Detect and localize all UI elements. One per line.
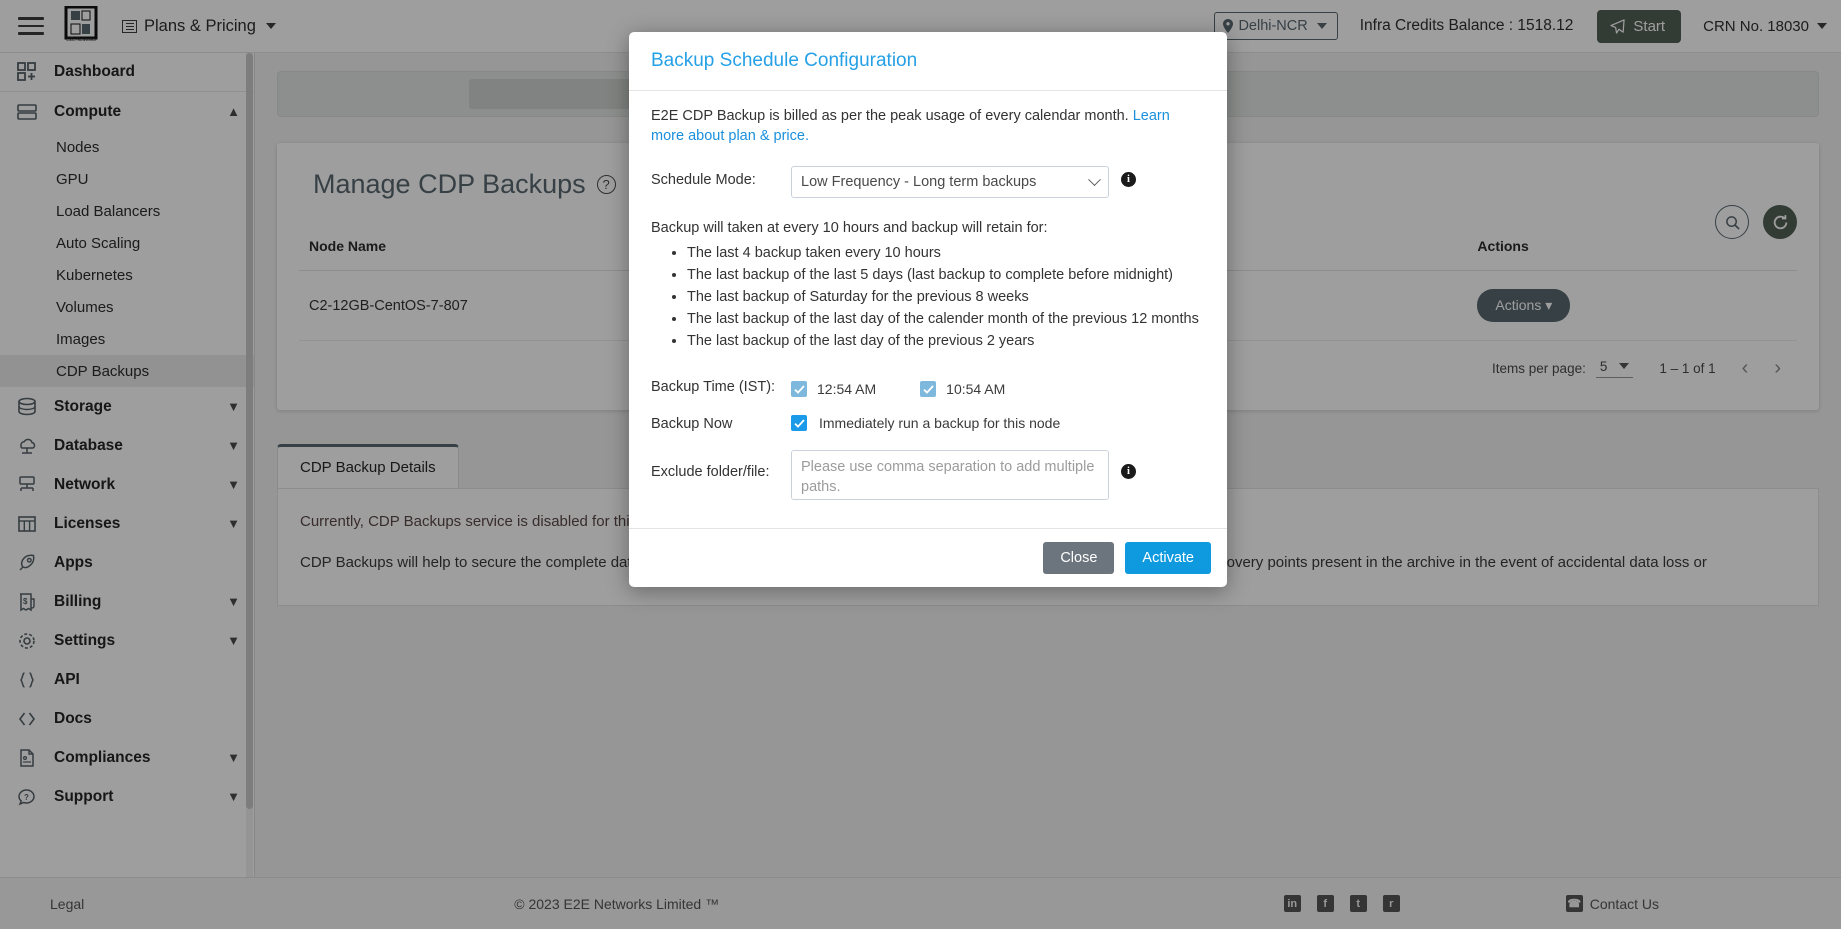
backup-time-row: Backup Time (IST): 12:54 AM 10:54 AM (651, 377, 1205, 398)
backup-now-text: Immediately run a backup for this node (819, 415, 1061, 432)
dialog-title: Backup Schedule Configuration (651, 50, 918, 71)
exclude-row: Exclude folder/file: i (651, 450, 1205, 501)
backup-time-label-1: 12:54 AM (817, 381, 877, 398)
backup-now-row: Backup Now Immediately run a backup for … (651, 415, 1205, 432)
schedule-mode-label: Schedule Mode: (651, 172, 756, 189)
backup-time-options: 12:54 AM 10:54 AM (791, 377, 1039, 398)
list-item: The last backup of the last day of the c… (687, 311, 1205, 327)
list-item: The last backup of the last day of the p… (687, 333, 1205, 349)
backup-now-label: Backup Now (651, 416, 733, 433)
exclude-input[interactable] (791, 450, 1109, 501)
dialog-header: Backup Schedule Configuration (629, 32, 1227, 91)
dialog-footer: Close Activate (629, 528, 1227, 587)
schedule-mode-info-icon[interactable]: i (1121, 172, 1136, 188)
exclude-label: Exclude folder/file: (651, 464, 770, 481)
backup-time-label: Backup Time (IST): (651, 379, 776, 396)
backup-schedule-dialog: Backup Schedule Configuration E2E CDP Ba… (629, 32, 1227, 588)
list-item: The last 4 backup taken every 10 hours (687, 245, 1205, 261)
activate-button[interactable]: Activate (1125, 542, 1211, 575)
backup-time-label-2: 10:54 AM (946, 381, 1006, 398)
retention-heading: Backup will taken at every 10 hours and … (651, 220, 1048, 237)
backup-now-checkbox[interactable] (791, 415, 807, 432)
list-item: The last backup of the last 5 days (last… (687, 267, 1205, 283)
billing-note: E2E CDP Backup is billed as per the peak… (651, 107, 1191, 146)
retention-list: The last 4 backup taken every 10 hours T… (651, 245, 1205, 349)
backup-time-checkbox-2[interactable] (920, 381, 937, 398)
schedule-mode-select[interactable]: Low Frequency - Long term backups (791, 166, 1109, 199)
schedule-mode-row: Schedule Mode: Low Frequency - Long term… (651, 166, 1205, 199)
exclude-info-icon[interactable]: i (1121, 464, 1136, 480)
dialog-body: E2E CDP Backup is billed as per the peak… (629, 91, 1227, 510)
billing-note-text: E2E CDP Backup is billed as per the peak… (651, 108, 1129, 124)
close-button[interactable]: Close (1043, 542, 1115, 575)
list-item: The last backup of Saturday for the prev… (687, 289, 1205, 305)
schedule-mode-select-wrap: Low Frequency - Long term backups (791, 166, 1109, 199)
backup-time-checkbox-1[interactable] (791, 381, 807, 398)
